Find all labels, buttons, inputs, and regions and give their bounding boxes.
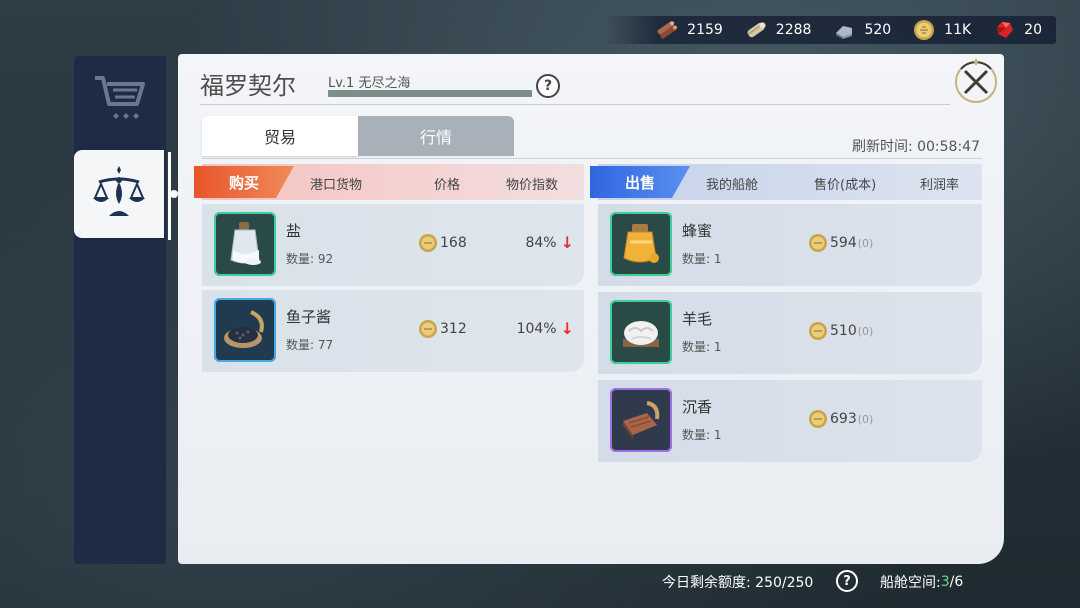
tabs-divider (202, 158, 982, 159)
close-button[interactable] (950, 58, 1002, 110)
gold-coin-icon (809, 410, 827, 428)
buy-col-goods: 港口货物 (310, 178, 363, 193)
price-index-value: 104% (516, 320, 557, 337)
sell-item-row[interactable]: 羊毛 数量: 1 510 (0) (598, 292, 982, 374)
cargo-space-label: 船舱空间: (880, 575, 941, 591)
sell-col-profit: 利润率 (920, 178, 960, 193)
tab-market-view[interactable]: 行情 (358, 116, 514, 156)
sell-header: 出售 我的船舱 售价(成本) 利润率 (590, 164, 982, 200)
item-name: 羊毛 (682, 310, 713, 328)
cargo-space-used: 3 (940, 574, 950, 590)
port-name: 福罗契尔 (200, 72, 296, 100)
sell-item-row[interactable]: 蜂蜜 数量: 1 594 (0) (598, 204, 982, 286)
refresh-timer: 刷新时间: 00:58:47 (851, 139, 980, 155)
resource-wood[interactable]: 2159 (656, 19, 723, 41)
daily-quota-label: 今日剩余额度: 250/250 (662, 575, 814, 591)
buy-col-index: 物价指数 (506, 178, 559, 193)
resource-gem-value: 20 (1024, 22, 1042, 38)
wood-icon (656, 19, 678, 41)
resource-cloth-value: 2288 (775, 22, 812, 38)
iron-icon (833, 19, 855, 41)
buy-col-price: 价格 (434, 178, 461, 193)
daily-quota: 今日剩余额度: 250/250 (662, 572, 813, 592)
buy-item-row[interactable]: 鱼子酱 数量: 77 312 104% ↓ (202, 290, 584, 372)
item-name: 鱼子酱 (286, 308, 332, 326)
close-icon (951, 57, 1001, 111)
item-name: 沉香 (682, 398, 713, 416)
quota-help: ? (836, 570, 858, 592)
title-divider (200, 104, 950, 105)
item-price: 312 (418, 319, 467, 339)
sell-col-cargo: 我的船舱 (706, 178, 759, 193)
trade-panel: 福罗契尔 Lv.1 无尽之海 ? 贸易 行情 刷新时间: 00:58:47 购买… (178, 54, 1004, 564)
item-quantity: 数量: 92 (286, 252, 334, 266)
wool-bundle-icon (610, 300, 672, 364)
buy-header: 购买 港口货物 价格 物价指数 (194, 164, 584, 200)
quota-help-button[interactable]: ? (836, 570, 858, 592)
gold-coin-icon (419, 320, 437, 338)
item-sell-price: 693 (0) (808, 409, 873, 429)
item-price-value: 510 (830, 323, 857, 339)
price-index: 104% ↓ (517, 319, 574, 338)
resource-cloth[interactable]: 2288 (745, 19, 812, 41)
item-quantity: 数量: 1 (682, 340, 722, 354)
gold-coin-icon (809, 322, 827, 340)
sell-ribbon: 出售 (590, 166, 690, 198)
item-quantity: 数量: 1 (682, 252, 722, 266)
item-price-value: 693 (830, 411, 857, 427)
gold-coin-icon (913, 19, 935, 41)
resource-iron[interactable]: 520 (833, 19, 891, 41)
trade-scales-icon (87, 160, 151, 228)
item-cost: (0) (857, 236, 874, 250)
honey-jar-icon (610, 212, 672, 276)
shop-cart-icon (89, 68, 151, 134)
tab-trade[interactable] (74, 150, 164, 238)
price-index: 84% ↓ (525, 233, 574, 252)
resource-gold[interactable]: 11K (913, 19, 971, 41)
gold-coin-icon (419, 234, 437, 252)
sell-col-price: 售价(成本) (814, 178, 877, 193)
port-help-button[interactable]: ? (536, 74, 560, 98)
resource-bar: 2159 2288 520 11K 20 (604, 16, 1056, 44)
item-sell-price: 594 (0) (808, 233, 873, 253)
item-cost: (0) (857, 324, 874, 338)
resource-gem[interactable]: 20 (993, 19, 1042, 41)
price-index-value: 84% (525, 234, 557, 251)
item-price-value: 594 (830, 235, 857, 251)
buy-item-row[interactable]: 盐 数量: 92 168 84% ↓ (202, 204, 584, 286)
item-price-value: 312 (440, 321, 467, 337)
cargo-space-total: /6 (949, 574, 964, 590)
item-name: 盐 (286, 222, 302, 240)
item-name: 蜂蜜 (682, 222, 713, 240)
item-quantity: 数量: 1 (682, 428, 722, 442)
price-down-arrow-icon: ↓ (560, 319, 574, 338)
item-quantity: 数量: 77 (286, 338, 334, 352)
port-level: Lv.1 无尽之海 (328, 76, 411, 91)
gold-coin-icon (809, 234, 827, 252)
caviar-dish-icon (214, 298, 276, 362)
cargo-space: 船舱空间: 3 /6 (880, 572, 963, 592)
resource-wood-value: 2159 (687, 22, 723, 38)
resource-gold-value: 11K (944, 22, 972, 38)
agarwood-icon (610, 388, 672, 452)
resource-iron-value: 520 (864, 22, 892, 38)
tab-shop[interactable] (74, 58, 166, 144)
item-price-value: 168 (440, 235, 467, 251)
item-cost: (0) (857, 412, 874, 426)
tab-trade-view[interactable]: 贸易 (202, 116, 358, 156)
item-price: 168 (418, 233, 467, 253)
port-level-bar (328, 90, 532, 97)
item-sell-price: 510 (0) (808, 321, 873, 341)
salt-jar-icon (214, 212, 276, 276)
sell-item-row[interactable]: 沉香 数量: 1 693 (0) (598, 380, 982, 462)
price-down-arrow-icon: ↓ (560, 233, 574, 252)
trade-tabs: 贸易 行情 (202, 116, 514, 156)
buy-ribbon: 购买 (194, 166, 294, 198)
cloth-icon (745, 19, 767, 41)
red-gem-icon (993, 19, 1015, 41)
active-tab-dot (170, 190, 178, 198)
